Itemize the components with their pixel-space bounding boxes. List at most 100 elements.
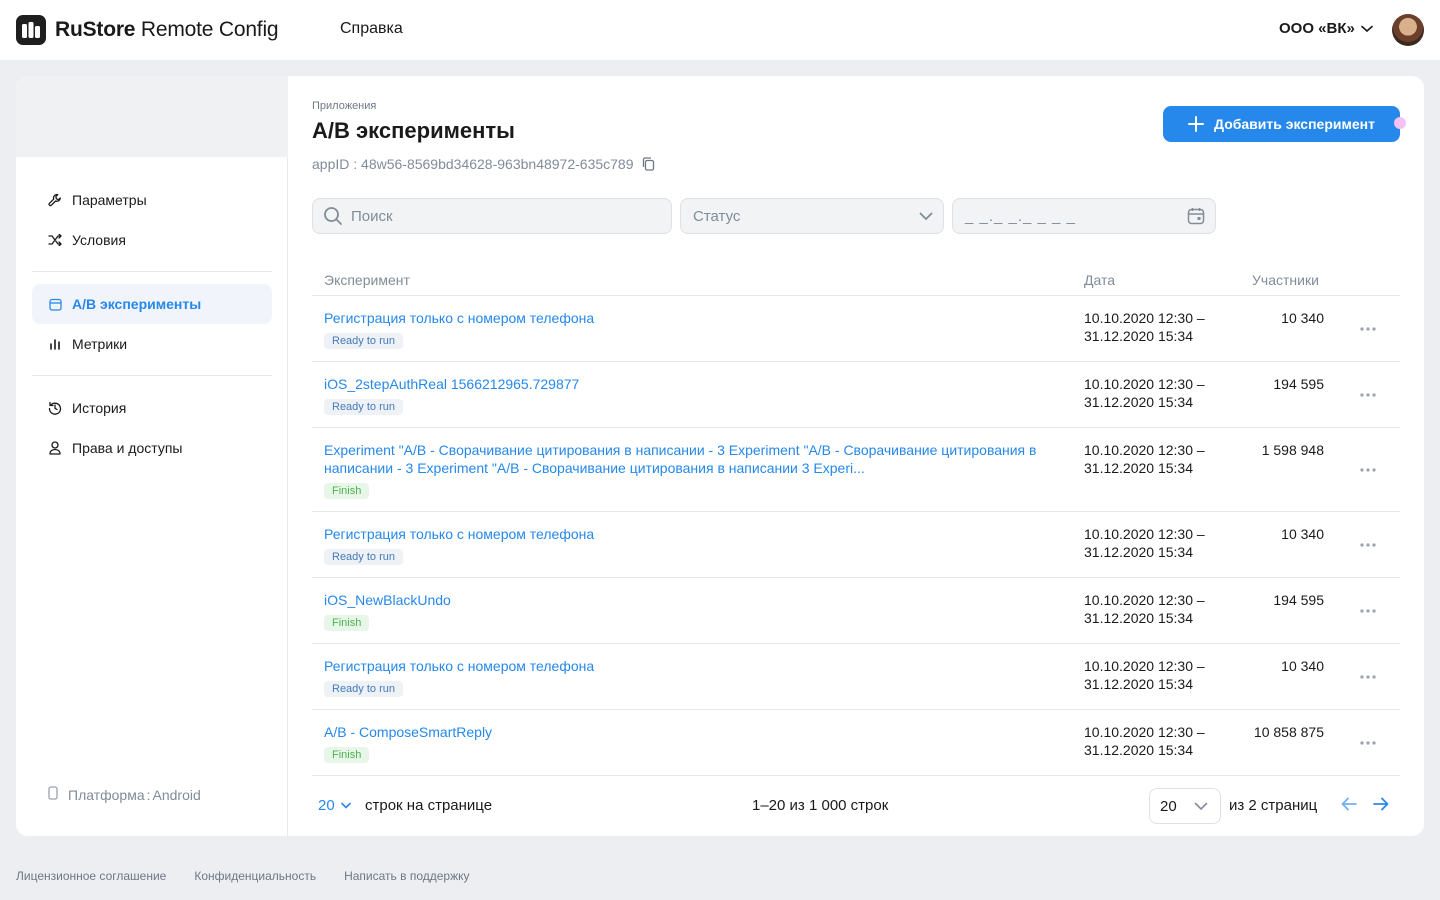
calendar-icon <box>48 297 62 311</box>
avatar[interactable] <box>1392 14 1424 46</box>
date-end: 31.12.2020 15:34 <box>1084 394 1193 410</box>
experiment-name-link[interactable]: Регистрация только с номером телефона <box>324 657 1064 675</box>
experiment-date: 10.10.2020 12:30 – 31.12.2020 15:34 <box>1084 723 1205 759</box>
copy-icon[interactable] <box>642 157 655 171</box>
date-end: 31.12.2020 15:34 <box>1084 676 1193 692</box>
sidebar-item-parameters[interactable]: Параметры <box>32 180 272 220</box>
participants-count: 10 340 <box>1281 526 1324 542</box>
date-end: 31.12.2020 15:34 <box>1084 460 1193 476</box>
footer: Лицензионное соглашение Конфиденциальнос… <box>16 869 470 883</box>
arrow-right-icon[interactable] <box>1373 797 1389 816</box>
org-name: ООО «ВК» <box>1279 20 1355 37</box>
sidebar-item-label: Условия <box>72 232 126 248</box>
status-badge: Ready to run <box>324 549 403 565</box>
experiment-name-link[interactable]: Регистрация только с номером телефона <box>324 525 1064 543</box>
arrow-left-icon[interactable] <box>1341 797 1357 816</box>
search-icon <box>324 207 342 225</box>
sidebar-item-metrics[interactable]: Метрики <box>32 324 272 364</box>
experiment-name-link[interactable]: iOS_NewBlackUndo <box>324 591 1064 609</box>
date-start: 10.10.2020 12:30 – <box>1084 442 1205 458</box>
more-icon[interactable] <box>1358 319 1378 339</box>
experiment-date: 10.10.2020 12:30 – 31.12.2020 15:34 <box>1084 657 1205 693</box>
org-switcher[interactable]: ООО «ВК» <box>1279 20 1373 37</box>
more-icon[interactable] <box>1358 460 1378 480</box>
nav-help-link[interactable]: Справка <box>340 20 403 38</box>
table-row[interactable]: A/B - ComposeSmartReply Finish 10.10.202… <box>312 710 1400 776</box>
sidebar-item-history[interactable]: История <box>32 388 272 428</box>
date-start: 10.10.2020 12:30 – <box>1084 658 1205 674</box>
sidebar-app-header <box>16 76 288 157</box>
sidebar-item-label: Метрики <box>72 336 128 352</box>
table-row[interactable]: Регистрация только с номером телефона Re… <box>312 296 1400 362</box>
logo[interactable]: RuStore Remote Config <box>16 15 279 45</box>
rows-per-page-value: 20 <box>318 797 335 814</box>
participants-count: 10 340 <box>1281 658 1324 674</box>
shuffle-icon <box>48 233 62 247</box>
table-row[interactable]: iOS_2stepAuthReal 1566212965.729877 Read… <box>312 362 1400 428</box>
column-header-date[interactable]: Дата <box>1084 272 1115 288</box>
participants-count: 194 595 <box>1273 376 1324 392</box>
pagination-range: 1–20 из 1 000 строк <box>752 797 889 814</box>
column-header-participants[interactable]: Участники <box>1252 272 1319 288</box>
history-icon <box>48 401 62 415</box>
sidebar-item-access[interactable]: Права и доступы <box>32 428 272 468</box>
rows-per-page-select[interactable]: 20 <box>318 797 351 814</box>
footer-link-license[interactable]: Лицензионное соглашение <box>16 869 166 883</box>
sidebar-divider <box>32 271 272 272</box>
more-icon[interactable] <box>1358 385 1378 405</box>
participants-count: 10 340 <box>1281 310 1324 326</box>
page-select-value: 20 <box>1160 797 1177 815</box>
sidebar-item-ab-experiments[interactable]: A/B эксперименты <box>32 284 272 324</box>
experiment-name-link[interactable]: iOS_2stepAuthReal 1566212965.729877 <box>324 375 1064 393</box>
sidebar-item-conditions[interactable]: Условия <box>32 220 272 260</box>
page-title: A/B эксперименты <box>312 118 515 143</box>
sidebar-divider <box>32 375 272 376</box>
experiment-name-link[interactable]: Регистрация только с номером телефона <box>324 309 1064 327</box>
sidebar-item-label: Параметры <box>72 192 147 208</box>
date-end: 31.12.2020 15:34 <box>1084 328 1193 344</box>
app-id-label: appID <box>312 156 350 172</box>
add-experiment-button[interactable]: Добавить эксперимент <box>1163 106 1400 142</box>
plus-icon <box>1188 116 1205 132</box>
indicator-dot <box>1394 117 1406 129</box>
chevron-down-icon <box>1361 25 1373 32</box>
footer-link-privacy[interactable]: Конфиденциальность <box>194 869 316 883</box>
table-row[interactable]: Регистрация только с номером телефона Re… <box>312 512 1400 578</box>
footer-link-support[interactable]: Написать в поддержку <box>344 869 469 883</box>
top-header: RuStore Remote Config Справка ООО «ВК» <box>0 0 1440 60</box>
add-experiment-label: Добавить эксперимент <box>1214 116 1375 132</box>
date-field[interactable]: _ _._ _._ _ _ _ <box>952 198 1216 234</box>
more-icon[interactable] <box>1358 601 1378 621</box>
logo-text: RuStore Remote Config <box>55 18 279 42</box>
experiment-date: 10.10.2020 12:30 – 31.12.2020 15:34 <box>1084 441 1205 477</box>
status-placeholder: Статус <box>693 207 741 225</box>
chevron-down-icon <box>919 212 933 220</box>
experiment-name-link[interactable]: A/B - ComposeSmartReply <box>324 723 1064 741</box>
table-row[interactable]: iOS_NewBlackUndo Finish 10.10.2020 12:30… <box>312 578 1400 644</box>
search-field[interactable]: Поиск <box>312 198 672 234</box>
date-end: 31.12.2020 15:34 <box>1084 610 1193 626</box>
calendar-icon[interactable] <box>1187 207 1205 225</box>
more-icon[interactable] <box>1358 667 1378 687</box>
breadcrumb[interactable]: Приложения <box>312 100 376 112</box>
main-card: Параметры Условия A/B эксперименты Метри… <box>16 76 1424 836</box>
status-badge: Finish <box>324 747 370 763</box>
more-icon[interactable] <box>1358 733 1378 753</box>
page-select[interactable]: 20 <box>1149 788 1221 824</box>
status-badge: Ready to run <box>324 681 403 697</box>
platform-value: Android <box>152 786 201 803</box>
sidebar-item-label: История <box>72 400 127 416</box>
table-row[interactable]: Experiment "A/B - Сворачивание цитирован… <box>312 428 1400 512</box>
date-start: 10.10.2020 12:30 – <box>1084 526 1205 542</box>
more-icon[interactable] <box>1358 535 1378 555</box>
experiment-name-link[interactable]: Experiment "A/B - Сворачивание цитирован… <box>324 441 1064 477</box>
logo-product: Remote Config <box>140 18 279 41</box>
table-row[interactable]: Регистрация только с номером телефона Re… <box>312 644 1400 710</box>
rows-per-page-label: строк на странице <box>365 797 493 814</box>
column-header-experiment[interactable]: Эксперимент <box>324 272 410 288</box>
date-start: 10.10.2020 12:30 – <box>1084 376 1205 392</box>
date-start: 10.10.2020 12:30 – <box>1084 724 1205 740</box>
sidebar: Параметры Условия A/B эксперименты Метри… <box>16 76 288 836</box>
app-id-value: 48w56-8569bd34628-963bn48972-635c789 <box>361 156 634 172</box>
status-select[interactable]: Статус <box>680 198 944 234</box>
